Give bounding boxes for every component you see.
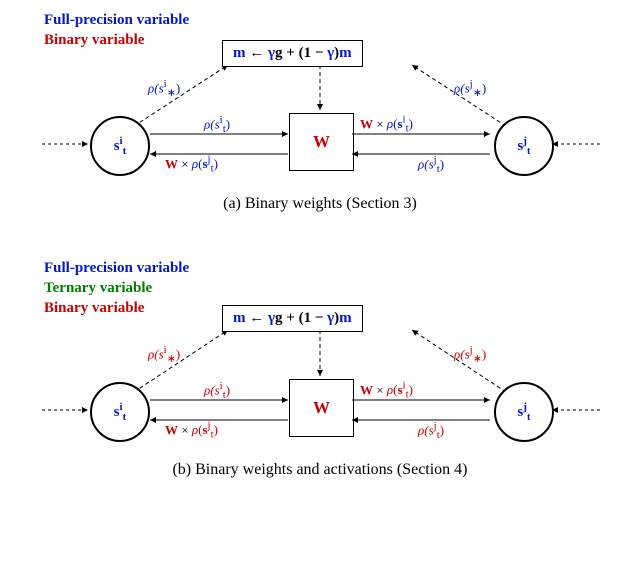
label-rho-sj-star-a: ρ(sj∗) xyxy=(454,78,486,99)
moving-avg-eq-a: m ← γg + (1 − γ)m xyxy=(222,40,363,67)
label-rho-si-star-b: ρ(si∗) xyxy=(148,344,180,365)
label-rho-si-t-a: ρ(sit) xyxy=(204,114,230,135)
state-node-sj-a: sjt xyxy=(494,116,554,176)
moving-avg-eq-b: m ← γg + (1 − γ)m xyxy=(222,305,363,332)
label-rho-si-star-a: ρ(si∗) xyxy=(148,78,180,99)
caption-a: (a) Binary weights (Section 3) xyxy=(0,195,640,213)
legend-binary-a: Binary variable xyxy=(44,32,144,49)
state-node-si-b: sit xyxy=(90,382,150,442)
state-node-sj-b: sjt xyxy=(494,382,554,442)
label-w-rho-si-a: W × ρ(sit) xyxy=(360,114,413,135)
label-rho-si-t-b: ρ(sit) xyxy=(204,380,230,401)
legend-full-precision-b: Full-precision variable xyxy=(44,260,189,277)
label-rho-sj-t-a: ρ(sjt) xyxy=(418,154,444,175)
label-rho-sj-star-b: ρ(sj∗) xyxy=(454,344,486,365)
label-w-rho-sj-b: W × ρ(sjt) xyxy=(165,420,218,441)
legend-binary-b: Binary variable xyxy=(44,300,144,317)
legend-ternary-b: Ternary variable xyxy=(44,280,152,297)
label-w-rho-sj-a: W × ρ(sjt) xyxy=(165,154,218,175)
label-rho-sj-t-b: ρ(sjt) xyxy=(418,420,444,441)
weight-box-b: W xyxy=(289,379,354,437)
legend-full-precision-a: Full-precision variable xyxy=(44,12,189,29)
state-node-si-a: sit xyxy=(90,116,150,176)
caption-b: (b) Binary weights and activations (Sect… xyxy=(0,461,640,479)
label-w-rho-si-b: W × ρ(sit) xyxy=(360,380,413,401)
weight-box-a: W xyxy=(289,113,354,171)
